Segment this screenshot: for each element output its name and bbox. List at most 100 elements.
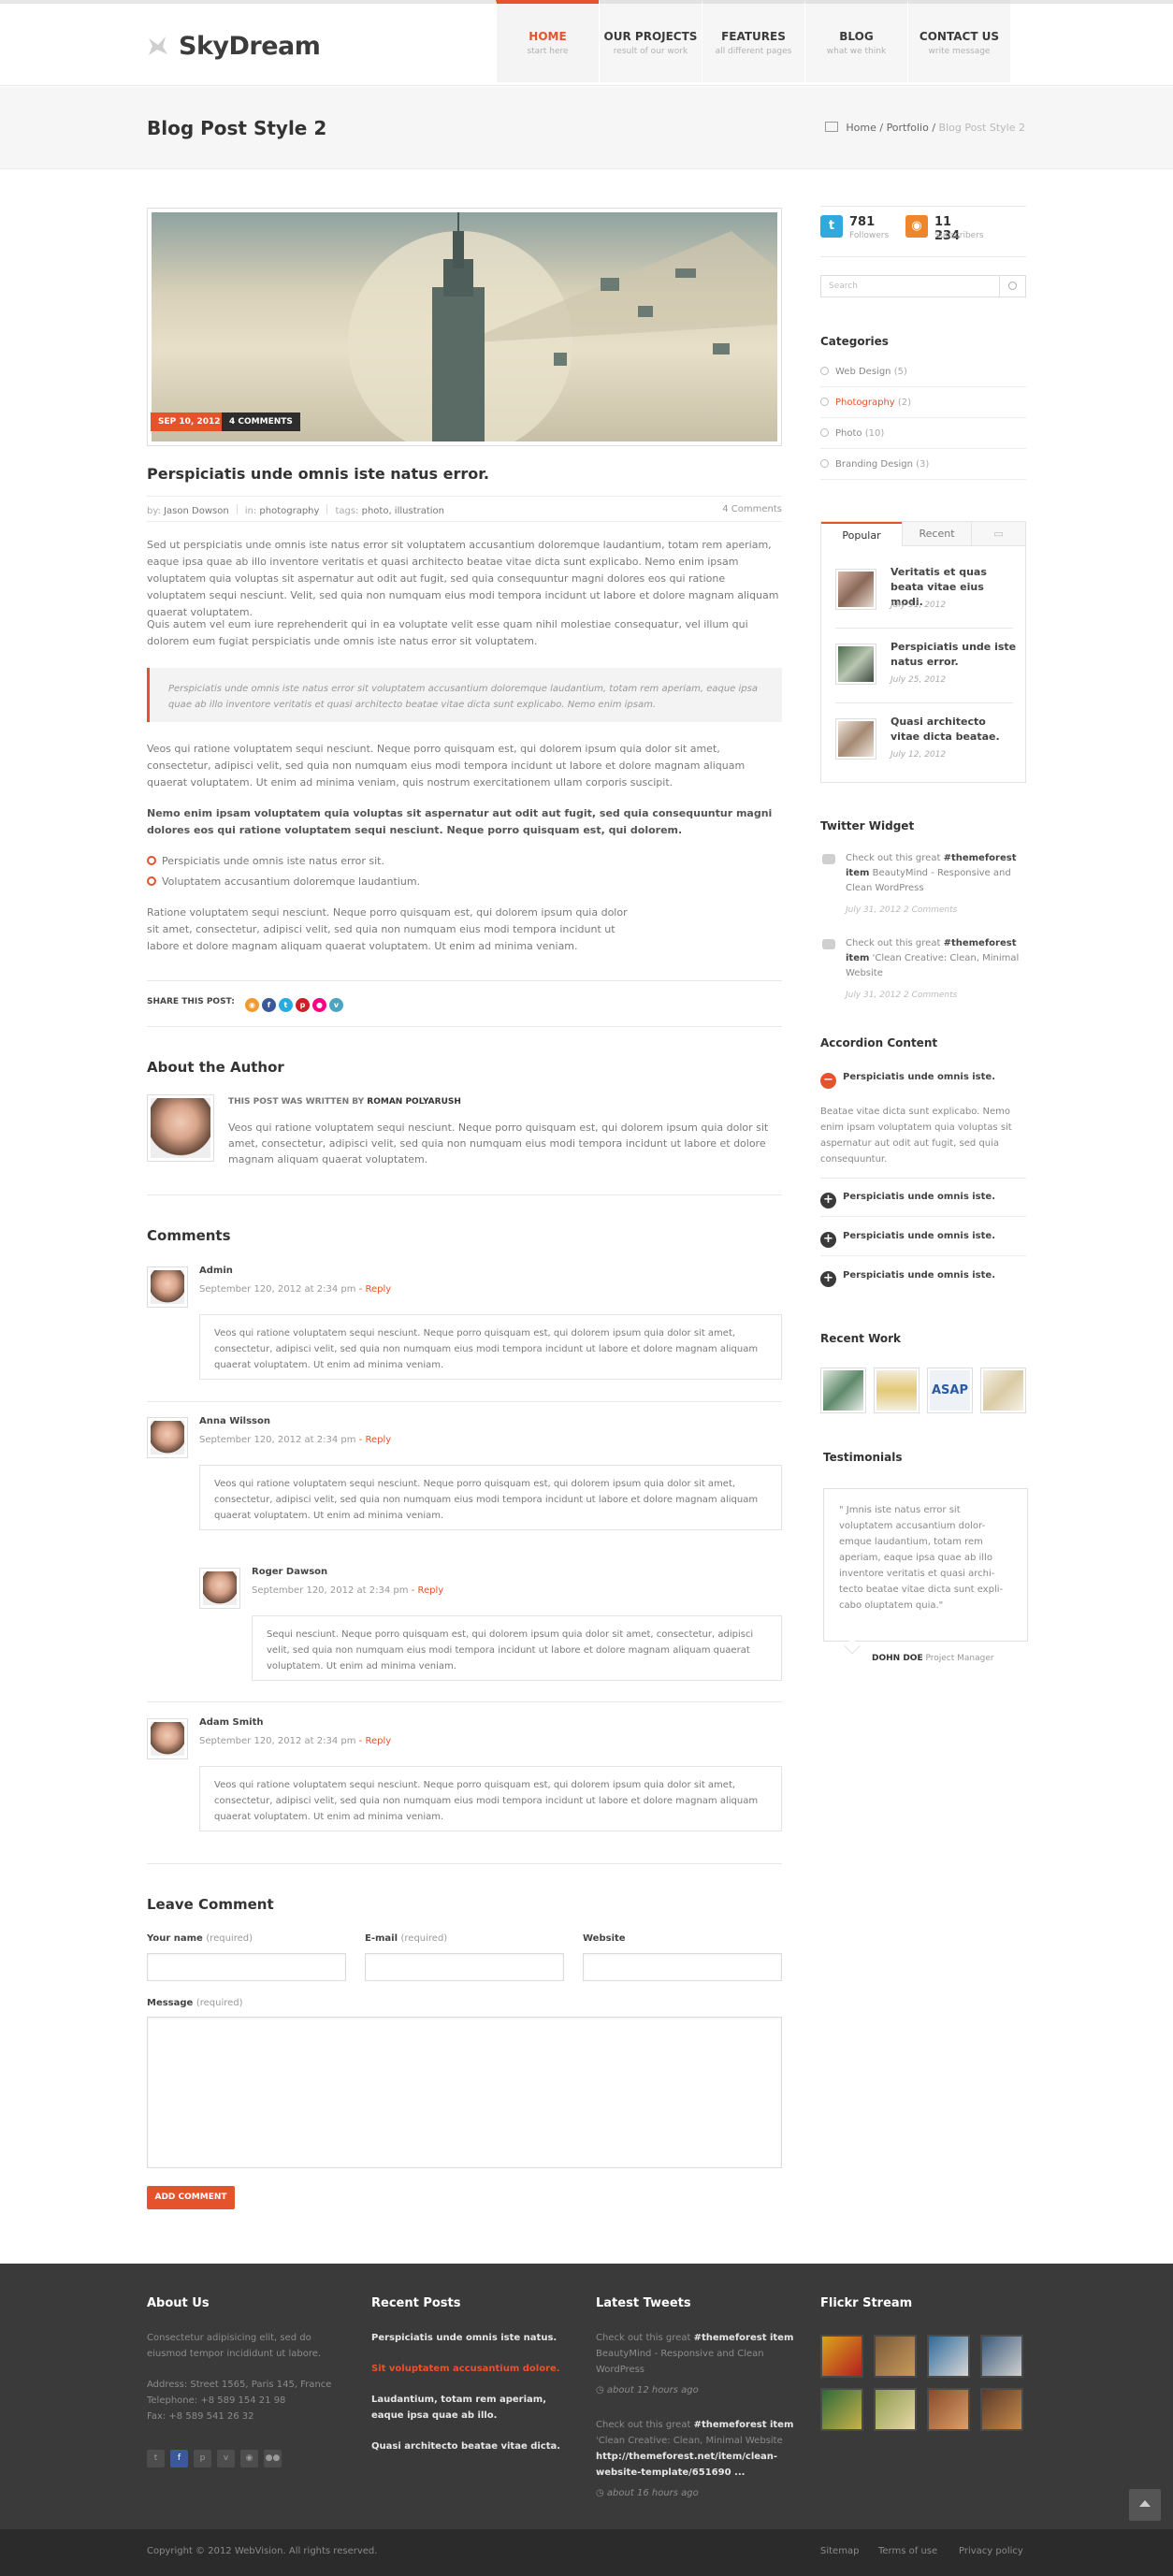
- popular-post[interactable]: Quasi architecto vitae dicta beatae. Jul…: [820, 715, 1026, 789]
- circle-icon: [820, 367, 829, 375]
- popular-post[interactable]: Veritatis et quas beata vitae eius modi.…: [820, 565, 1026, 640]
- meta-comment-count[interactable]: 4 Comments: [722, 504, 782, 514]
- testimonial-name: DOHN DOE: [872, 1654, 923, 1663]
- reply-link[interactable]: - Reply: [359, 1736, 391, 1746]
- accordion-item[interactable]: + Perspiciatis unde omnis iste.: [820, 1179, 1026, 1217]
- recent-work-thumb[interactable]: [980, 1368, 1026, 1413]
- blockquote: Perspiciatis unde omnis iste natus error…: [147, 668, 782, 722]
- flickr-thumb[interactable]: [927, 2335, 970, 2378]
- flickr-thumb[interactable]: [980, 2388, 1023, 2431]
- author-name[interactable]: ROMAN POLYARUSH: [367, 1097, 461, 1107]
- recent-work-thumb[interactable]: ASAP: [927, 1368, 973, 1413]
- list-item: Voluptatem accusantium doloremque laudan…: [147, 876, 420, 888]
- tab-recent[interactable]: Recent: [902, 522, 971, 546]
- nav-our-projects[interactable]: OUR PROJECTS result of our work: [599, 0, 702, 82]
- footer-recent-post[interactable]: Quasi architecto beatae vitae dicta.: [371, 2439, 568, 2454]
- rss-icon[interactable]: ◉: [244, 998, 259, 1012]
- reply-link[interactable]: - Reply: [359, 1435, 391, 1445]
- recent-work-thumb[interactable]: [820, 1368, 866, 1413]
- nav-features[interactable]: FEATURES all different pages: [702, 0, 804, 82]
- tweet-text[interactable]: Check out this great #themeforest item B…: [846, 851, 1028, 896]
- nav-contact-us[interactable]: CONTACT US write message: [907, 0, 1010, 82]
- category-item[interactable]: Branding Design (3): [820, 450, 1026, 480]
- comment-author[interactable]: Anna Wilsson: [199, 1416, 270, 1426]
- accordion-item[interactable]: + Perspiciatis unde omnis iste.: [820, 1258, 1026, 1295]
- comment-date: September 120, 2012 at 2:34 pm - Reply: [199, 1435, 391, 1445]
- accordion-content: Beatae vitae dicta sunt explicabo. Nemo …: [820, 1107, 1012, 1165]
- facebook-icon[interactable]: f: [261, 998, 276, 1012]
- featured-image[interactable]: [152, 212, 777, 441]
- footer-recent-post[interactable]: Sit voluptatem accusantium dolore.: [371, 2361, 568, 2377]
- pinterest-icon[interactable]: p: [295, 998, 310, 1012]
- footer-recent-post[interactable]: Perspiciatis unde omnis iste natus.: [371, 2330, 568, 2346]
- twitter-icon[interactable]: t: [278, 998, 293, 1012]
- recent-work-heading: Recent Work: [820, 1332, 902, 1345]
- search-input[interactable]: Search: [820, 275, 1026, 297]
- comment-author[interactable]: Roger Dawson: [252, 1567, 327, 1577]
- breadcrumb-portfolio[interactable]: Portfolio: [887, 122, 929, 134]
- clock-icon: ◷: [596, 2488, 604, 2498]
- category-name: Photography: [835, 398, 895, 408]
- tweet-link[interactable]: http://themeforest.net/item/clean-websit…: [596, 2452, 777, 2478]
- footer-link-sitemap[interactable]: Sitemap: [820, 2546, 859, 2556]
- popular-post-title: Perspiciatis unde iste natus error.: [891, 641, 1017, 668]
- name-field[interactable]: [147, 1953, 346, 1981]
- footer-link-privacy[interactable]: Privacy policy: [959, 2546, 1023, 2556]
- popular-post[interactable]: Perspiciatis unde iste natus error. July…: [820, 640, 1026, 715]
- footer-tweet[interactable]: Check out this great #themeforest item B…: [596, 2330, 802, 2378]
- twitter-icon[interactable]: t: [147, 2450, 165, 2467]
- website-field[interactable]: [583, 1953, 782, 1981]
- reply-link[interactable]: - Reply: [412, 1585, 443, 1596]
- meta-author[interactable]: Jason Dowson: [164, 506, 229, 516]
- flickr-icon[interactable]: ●: [311, 998, 326, 1012]
- accordion-item-open[interactable]: − Perspiciatis unde omnis iste.: [820, 1060, 1026, 1097]
- category-item[interactable]: Photography (2): [820, 388, 1026, 418]
- nav-blog[interactable]: BLOG what we think: [804, 0, 907, 82]
- breadcrumb-home[interactable]: Home: [846, 122, 876, 134]
- comment-author[interactable]: Adam Smith: [199, 1717, 264, 1728]
- facebook-icon[interactable]: f: [170, 2450, 188, 2467]
- flickr-icon[interactable]: ●●: [264, 2450, 282, 2467]
- category-item[interactable]: Web Design (5): [820, 357, 1026, 387]
- post-title[interactable]: Perspiciatis unde omnis iste natus error…: [147, 465, 489, 483]
- vimeo-icon[interactable]: v: [217, 2450, 235, 2467]
- tab-comments-icon[interactable]: ▭: [971, 522, 1025, 546]
- author-by-label: THIS POST WAS WRITTEN BY: [228, 1097, 365, 1107]
- footer-link-terms[interactable]: Terms of use: [878, 2546, 937, 2556]
- comments-badge[interactable]: 4 COMMENTS: [222, 412, 300, 431]
- pinterest-icon[interactable]: p: [194, 2450, 211, 2467]
- flickr-thumb[interactable]: [980, 2335, 1023, 2378]
- tab-popular[interactable]: Popular: [821, 522, 902, 546]
- logo[interactable]: SkyDream: [147, 32, 321, 61]
- add-comment-button[interactable]: ADD COMMENT: [147, 2186, 235, 2209]
- comment-body: Sequi nesciunt. Neque porro quisquam est…: [252, 1615, 782, 1681]
- back-to-top-button[interactable]: [1129, 2489, 1161, 2521]
- twitter-widget-heading: Twitter Widget: [820, 819, 915, 832]
- author-avatar: [147, 1094, 214, 1162]
- message-field[interactable]: [147, 2017, 782, 2168]
- meta-tags[interactable]: photo, illustration: [362, 506, 444, 516]
- tweet-post: BeautyMind - Responsive and Clean WordPr…: [596, 2349, 764, 2375]
- flickr-thumb[interactable]: [820, 2335, 863, 2378]
- tweet-pre: Check out this great: [596, 2333, 691, 2343]
- flickr-thumb[interactable]: [874, 2335, 917, 2378]
- flickr-thumb[interactable]: [927, 2388, 970, 2431]
- flickr-thumb[interactable]: [820, 2388, 863, 2431]
- footer-recent-post[interactable]: Laudantium, totam rem aperiam, eaque ips…: [371, 2392, 549, 2424]
- tweet-text[interactable]: Check out this great #themeforest item '…: [846, 936, 1028, 981]
- accordion-title: Perspiciatis unde omnis iste.: [843, 1231, 995, 1241]
- author-heading: About the Author: [147, 1059, 284, 1076]
- vimeo-icon[interactable]: v: [328, 998, 343, 1012]
- email-field[interactable]: [365, 1953, 564, 1981]
- meta-category[interactable]: photography: [259, 506, 319, 516]
- reply-link[interactable]: - Reply: [359, 1284, 391, 1295]
- nav-home[interactable]: HOME start here: [496, 0, 599, 82]
- recent-work-thumb[interactable]: [874, 1368, 920, 1413]
- comment-author[interactable]: Admin: [199, 1266, 233, 1276]
- accordion-item[interactable]: + Perspiciatis unde omnis iste.: [820, 1219, 1026, 1256]
- rss-icon[interactable]: ◉: [240, 2450, 258, 2467]
- search-icon[interactable]: [999, 276, 1025, 297]
- category-item[interactable]: Photo (10): [820, 419, 1026, 449]
- flickr-thumb[interactable]: [874, 2388, 917, 2431]
- footer-tweet[interactable]: Check out this great #themeforest item '…: [596, 2417, 802, 2481]
